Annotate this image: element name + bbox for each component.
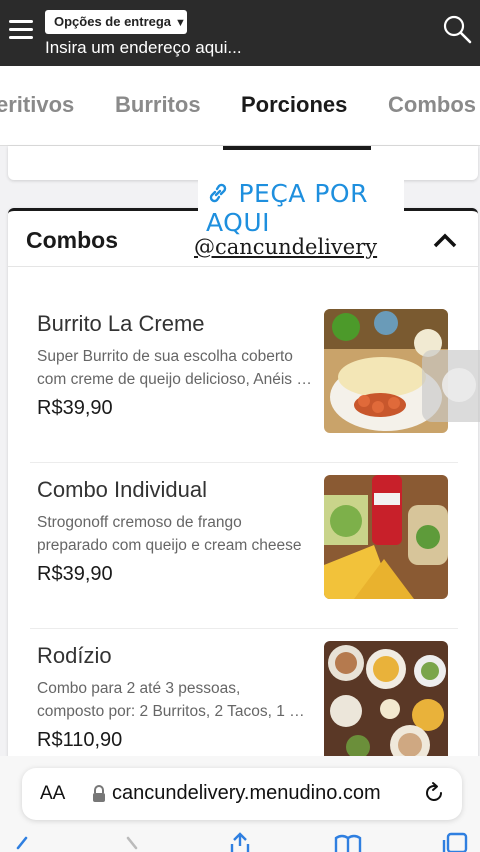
item-description-line: Super Burrito de sua escolha coberto xyxy=(37,348,293,365)
chevron-down-icon: ▼ xyxy=(175,17,186,29)
reader-settings-button[interactable]: AA xyxy=(40,783,65,805)
item-name: Combo Individual xyxy=(37,477,207,502)
address-input[interactable]: Insira um endereço aqui... xyxy=(45,38,242,58)
item-price: R$39,90 xyxy=(37,397,113,419)
section-title: Combos xyxy=(26,227,118,253)
item-description-line: composto por: 2 Burritos, 2 Tacos, 1 Por… xyxy=(37,703,313,720)
item-name: Burrito La Creme xyxy=(37,311,205,336)
top-header: Opções de entrega ▼ Insira um endereço aq… xyxy=(0,0,480,66)
search-icon[interactable] xyxy=(442,14,472,44)
menu-item[interactable]: Burrito La Creme Super Burrito de sua es… xyxy=(30,297,458,463)
share-icon[interactable] xyxy=(226,832,254,852)
browser-toolbar: AA cancundelivery.menudino.com xyxy=(0,756,480,852)
previous-section-bar xyxy=(223,146,371,150)
item-description-line: Strogonoff cremoso de frango xyxy=(37,514,242,531)
address-bar[interactable]: AA cancundelivery.menudino.com xyxy=(22,768,462,820)
instagram-handle[interactable]: @cancundelivery xyxy=(194,235,377,259)
item-description: Combo para 2 até 3 pessoas, composto por… xyxy=(37,677,313,723)
item-description: Strogonoff cremoso de frango preparado c… xyxy=(37,511,313,557)
tab-combos[interactable]: Combos xyxy=(388,92,476,118)
item-description-line: Combo para 2 até 3 pessoas, xyxy=(37,680,241,697)
combos-section-card: Combos Burrito La Creme Super Burrito de… xyxy=(8,208,478,768)
item-photo xyxy=(324,475,448,599)
category-tabs: eritivos Burritos Porciones Combos xyxy=(0,66,480,146)
bookmarks-icon[interactable] xyxy=(334,832,362,852)
tab-porciones[interactable]: Porciones xyxy=(241,92,347,118)
tab-burritos[interactable]: Burritos xyxy=(115,92,201,118)
item-name: Rodízio xyxy=(37,643,112,668)
url-text[interactable]: cancundelivery.menudino.com xyxy=(112,782,381,805)
tabs-icon[interactable] xyxy=(442,832,470,852)
link-icon xyxy=(209,183,227,203)
tab-aperitivos[interactable]: eritivos xyxy=(0,92,74,118)
back-icon[interactable] xyxy=(10,832,38,852)
chevron-up-icon[interactable] xyxy=(432,231,458,249)
item-description: Super Burrito de sua escolha coberto com… xyxy=(37,345,313,391)
lock-icon xyxy=(93,785,105,802)
item-price: R$39,90 xyxy=(37,563,113,585)
forward-icon[interactable] xyxy=(118,832,146,852)
reader-settings-label: AA xyxy=(40,783,66,804)
reload-icon[interactable] xyxy=(422,781,446,805)
delivery-options-button[interactable]: Opções de entrega ▼ xyxy=(45,10,187,34)
menu-icon[interactable] xyxy=(9,20,33,40)
item-photo xyxy=(324,641,448,765)
item-description-line: com creme de queijo delicioso, Anéis de … xyxy=(37,371,313,388)
drag-knob[interactable] xyxy=(442,368,476,402)
order-here-banner[interactable]: PEÇA POR AQUI xyxy=(198,175,404,237)
item-price: R$110,90 xyxy=(37,729,123,751)
menu-item[interactable]: Rodízio Combo para 2 até 3 pessoas, comp… xyxy=(30,629,458,768)
item-description-line: preparado com queijo e cream cheese xyxy=(37,537,302,554)
menu-item[interactable]: Combo Individual Strogonoff cremoso de f… xyxy=(30,463,458,629)
side-drag-handle[interactable] xyxy=(422,350,480,422)
delivery-options-label: Opções de entrega xyxy=(54,14,172,29)
